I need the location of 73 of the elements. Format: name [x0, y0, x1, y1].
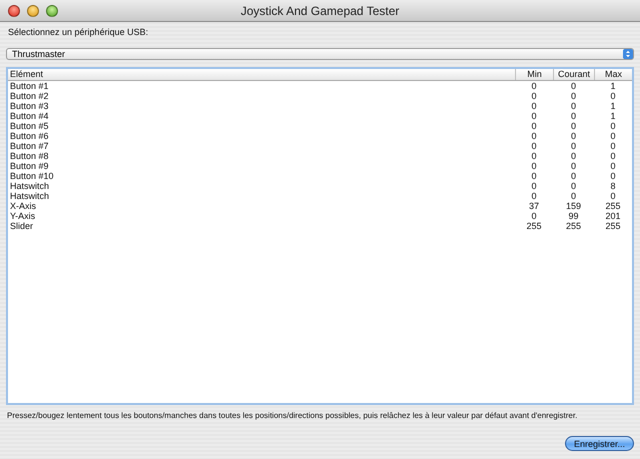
table-cell-text: 1 — [609, 111, 616, 121]
table-cell-text: 0 — [609, 131, 616, 141]
table-cell-text: Button #6 — [9, 131, 50, 141]
table-cell-text: 0 — [530, 131, 538, 141]
table-cell-text: Button #2 — [9, 91, 50, 101]
table-cell-text: 0 — [530, 81, 538, 91]
table-cell-text: 1 — [609, 101, 616, 111]
table-cell-text: 37 — [528, 201, 540, 211]
table-cell-text: 0 — [570, 81, 577, 91]
table-cell-text: 0 — [570, 141, 577, 151]
table-cell-text: 0 — [530, 181, 538, 191]
table-cell-text: Button #9 — [9, 161, 50, 171]
column-header[interactable]: Elément — [8, 69, 515, 80]
table-cell-text: 0 — [570, 161, 577, 171]
table-cell-text: 0 — [609, 91, 616, 101]
minimize-button[interactable] — [27, 4, 39, 16]
table-cell-text: 0 — [609, 151, 616, 161]
table-cell-text: 255 — [604, 221, 622, 231]
table-cell-text: 255 — [525, 221, 543, 231]
table-cell-text: 0 — [570, 91, 577, 101]
table-cell-text: 0 — [570, 171, 577, 181]
device-dropdown[interactable]: Thrustmaster — [6, 48, 634, 60]
stepper-arrows-icon — [623, 49, 633, 59]
table-cell-text: 0 — [609, 161, 616, 171]
table-cell-text: 0 — [530, 151, 538, 161]
table-cell-text: 0 — [530, 161, 538, 171]
table-cell-text: 0 — [530, 111, 538, 121]
close-button[interactable] — [8, 4, 20, 16]
column-header[interactable]: Max — [594, 69, 632, 80]
table-cell-text: 0 — [530, 171, 538, 181]
table-cell-text: 0 — [570, 131, 577, 141]
table-cell-text: 0 — [530, 211, 538, 221]
table-cell-text: Hatswitch — [9, 181, 50, 191]
zoom-button[interactable] — [46, 4, 58, 16]
table-cell-text: 0 — [609, 171, 616, 181]
table-cell-text: 1 — [609, 81, 616, 91]
table-cell-text: 0 — [530, 101, 538, 111]
table-cell-text: 201 — [604, 211, 622, 221]
table-cell-text: 0 — [530, 191, 538, 201]
table-cell-text: 8 — [609, 181, 616, 191]
table-cell-text: 255 — [564, 221, 582, 231]
table-cell-text: 0 — [570, 181, 577, 191]
table-cell-text: 0 — [530, 91, 538, 101]
table-cell-text: 0 — [530, 121, 538, 131]
table-cell-text: Y-Axis — [9, 211, 36, 221]
table-cell-text: 0 — [609, 191, 616, 201]
table-cell-text: 0 — [570, 101, 577, 111]
table-cell-text: 159 — [564, 201, 582, 211]
table-cell-text: 0 — [609, 141, 616, 151]
table-cell-text: Button #4 — [9, 111, 50, 121]
table-cell-text: 0 — [530, 141, 538, 151]
column-header[interactable]: Courant — [553, 69, 594, 80]
table-cell-text: 0 — [570, 111, 577, 121]
table-cell-text: 0 — [570, 151, 577, 161]
table-cell-text: Button #8 — [9, 151, 50, 161]
table-cell-text: Button #1 — [9, 81, 50, 91]
device-label: Sélectionnez un périphérique USB: — [8, 27, 148, 37]
table-cell-text: Button #10 — [9, 171, 55, 181]
table-cell-text: 255 — [604, 201, 622, 211]
table-cell-text: Slider — [9, 221, 34, 231]
table-cell-text: Button #3 — [9, 101, 50, 111]
table-cell-text: X-Axis — [9, 201, 38, 211]
table-cell-text: 99 — [567, 211, 580, 221]
table-cell-text: Button #5 — [9, 121, 50, 131]
window-title: Joystick And Gamepad Tester — [240, 4, 400, 18]
table-cell-text: Button #7 — [9, 141, 50, 151]
table-cell-text: Hatswitch — [9, 191, 50, 201]
instructions-text: Pressez/bougez lentement tous les boutons/manches dans toutes les positions/directions possibles, puis relâchez les à leur valeur par défaut avant d'enregistrer. — [7, 411, 578, 420]
table-cell-text: 0 — [570, 121, 577, 131]
table-cell-text: 0 — [570, 191, 577, 201]
column-header[interactable]: Min — [515, 69, 553, 80]
save-button[interactable]: Enregistrer... — [565, 436, 634, 451]
table-cell-text: 0 — [609, 121, 616, 131]
